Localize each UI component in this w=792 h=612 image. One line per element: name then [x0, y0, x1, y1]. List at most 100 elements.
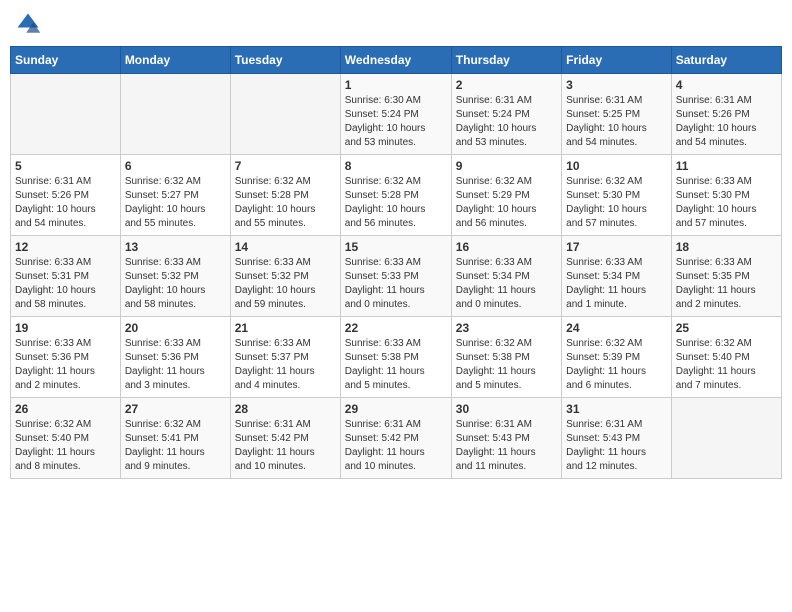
day-number: 14 — [235, 240, 336, 254]
day-info: Sunrise: 6:33 AM Sunset: 5:38 PM Dayligh… — [345, 337, 447, 393]
day-number: 18 — [676, 240, 777, 254]
day-number: 26 — [15, 402, 116, 416]
day-number: 3 — [566, 78, 667, 92]
day-number: 12 — [15, 240, 116, 254]
day-number: 17 — [566, 240, 667, 254]
page-header — [10, 10, 782, 38]
day-number: 16 — [456, 240, 557, 254]
calendar-cell — [230, 74, 340, 155]
calendar-cell: 2Sunrise: 6:31 AM Sunset: 5:24 PM Daylig… — [451, 74, 561, 155]
day-info: Sunrise: 6:33 AM Sunset: 5:36 PM Dayligh… — [15, 337, 116, 393]
calendar-header-wednesday: Wednesday — [340, 47, 451, 74]
day-number: 23 — [456, 321, 557, 335]
day-number: 30 — [456, 402, 557, 416]
calendar-cell: 28 Sunrise: 6:31 AM Sunset: 5:42 PM Dayli… — [230, 398, 340, 479]
day-number: 8 — [345, 159, 447, 173]
calendar-cell: 7 Sunrise: 6:32 AM Sunset: 5:28 PM Daylig… — [230, 155, 340, 236]
calendar-cell: 22 Sunrise: 6:33 AM Sunset: 5:38 PM Dayli… — [340, 317, 451, 398]
day-number: 28 — [235, 402, 336, 416]
day-info: Sunrise: 6:32 AM Sunset: 5:28 PM Dayligh… — [345, 175, 447, 231]
calendar-table: SundayMondayTuesdayWednesdayThursdayFrid… — [10, 46, 782, 479]
calendar-cell: 11 Sunrise: 6:33 AM Sunset: 5:30 PM Dayli… — [671, 155, 781, 236]
logo-icon — [14, 10, 42, 38]
day-info: Sunrise: 6:33 AM Sunset: 5:30 PM Dayligh… — [676, 175, 777, 231]
day-number: 15 — [345, 240, 447, 254]
day-number: 7 — [235, 159, 336, 173]
day-number: 6 — [125, 159, 226, 173]
day-info: Sunrise: 6:33 AM Sunset: 5:35 PM Dayligh… — [676, 256, 777, 312]
day-info: Sunrise: 6:31 AM Sunset: 5:42 PM Dayligh… — [235, 418, 336, 474]
calendar-cell: 20 Sunrise: 6:33 AM Sunset: 5:36 PM Dayli… — [120, 317, 230, 398]
calendar-cell: 19 Sunrise: 6:33 AM Sunset: 5:36 PM Dayli… — [11, 317, 121, 398]
day-info: Sunrise: 6:32 AM Sunset: 5:28 PM Dayligh… — [235, 175, 336, 231]
day-number: 19 — [15, 321, 116, 335]
calendar-cell: 18 Sunrise: 6:33 AM Sunset: 5:35 PM Dayli… — [671, 236, 781, 317]
day-info: Sunrise: 6:33 AM Sunset: 5:37 PM Dayligh… — [235, 337, 336, 393]
day-info: Sunrise: 6:32 AM Sunset: 5:38 PM Dayligh… — [456, 337, 557, 393]
calendar-week-row: 26 Sunrise: 6:32 AM Sunset: 5:40 PM Dayli… — [11, 398, 782, 479]
day-info: Sunrise: 6:33 AM Sunset: 5:32 PM Dayligh… — [125, 256, 226, 312]
calendar-cell — [11, 74, 121, 155]
calendar-header-thursday: Thursday — [451, 47, 561, 74]
calendar-cell: 10 Sunrise: 6:32 AM Sunset: 5:30 PM Dayli… — [562, 155, 672, 236]
day-number: 21 — [235, 321, 336, 335]
calendar-cell: 25 Sunrise: 6:32 AM Sunset: 5:40 PM Dayli… — [671, 317, 781, 398]
day-info: Sunrise: 6:33 AM Sunset: 5:32 PM Dayligh… — [235, 256, 336, 312]
day-info: Sunrise: 6:31 AM Sunset: 5:43 PM Dayligh… — [456, 418, 557, 474]
calendar-header-sunday: Sunday — [11, 47, 121, 74]
calendar-cell: 6 Sunrise: 6:32 AM Sunset: 5:27 PM Daylig… — [120, 155, 230, 236]
calendar-cell — [120, 74, 230, 155]
calendar-cell: 16 Sunrise: 6:33 AM Sunset: 5:34 PM Dayli… — [451, 236, 561, 317]
day-info: Sunrise: 6:31 AM Sunset: 5:24 PM Dayligh… — [456, 94, 557, 150]
day-number: 4 — [676, 78, 777, 92]
day-number: 22 — [345, 321, 447, 335]
day-info: Sunrise: 6:31 AM Sunset: 5:25 PM Dayligh… — [566, 94, 667, 150]
day-info: Sunrise: 6:32 AM Sunset: 5:30 PM Dayligh… — [566, 175, 667, 231]
day-number: 1 — [345, 78, 447, 92]
day-info: Sunrise: 6:32 AM Sunset: 5:27 PM Dayligh… — [125, 175, 226, 231]
calendar-cell: 12 Sunrise: 6:33 AM Sunset: 5:31 PM Dayli… — [11, 236, 121, 317]
calendar-week-row: 12 Sunrise: 6:33 AM Sunset: 5:31 PM Dayli… — [11, 236, 782, 317]
calendar-cell: 21 Sunrise: 6:33 AM Sunset: 5:37 PM Dayli… — [230, 317, 340, 398]
day-info: Sunrise: 6:32 AM Sunset: 5:40 PM Dayligh… — [15, 418, 116, 474]
day-info: Sunrise: 6:31 AM Sunset: 5:42 PM Dayligh… — [345, 418, 447, 474]
day-info: Sunrise: 6:32 AM Sunset: 5:41 PM Dayligh… — [125, 418, 226, 474]
day-number: 20 — [125, 321, 226, 335]
calendar-header-friday: Friday — [562, 47, 672, 74]
day-info: Sunrise: 6:33 AM Sunset: 5:31 PM Dayligh… — [15, 256, 116, 312]
calendar-cell: 1Sunrise: 6:30 AM Sunset: 5:24 PM Daylig… — [340, 74, 451, 155]
day-number: 10 — [566, 159, 667, 173]
day-number: 11 — [676, 159, 777, 173]
day-number: 25 — [676, 321, 777, 335]
calendar-header-monday: Monday — [120, 47, 230, 74]
day-number: 13 — [125, 240, 226, 254]
calendar-week-row: 5Sunrise: 6:31 AM Sunset: 5:26 PM Daylig… — [11, 155, 782, 236]
logo — [14, 10, 46, 38]
calendar-cell — [671, 398, 781, 479]
calendar-header-saturday: Saturday — [671, 47, 781, 74]
calendar-cell: 23 Sunrise: 6:32 AM Sunset: 5:38 PM Dayli… — [451, 317, 561, 398]
calendar-cell: 13 Sunrise: 6:33 AM Sunset: 5:32 PM Dayli… — [120, 236, 230, 317]
calendar-cell: 9Sunrise: 6:32 AM Sunset: 5:29 PM Daylig… — [451, 155, 561, 236]
calendar-cell: 4 Sunrise: 6:31 AM Sunset: 5:26 PM Daylig… — [671, 74, 781, 155]
day-info: Sunrise: 6:33 AM Sunset: 5:36 PM Dayligh… — [125, 337, 226, 393]
day-info: Sunrise: 6:33 AM Sunset: 5:33 PM Dayligh… — [345, 256, 447, 312]
day-info: Sunrise: 6:33 AM Sunset: 5:34 PM Dayligh… — [456, 256, 557, 312]
calendar-header-row: SundayMondayTuesdayWednesdayThursdayFrid… — [11, 47, 782, 74]
day-info: Sunrise: 6:31 AM Sunset: 5:26 PM Dayligh… — [676, 94, 777, 150]
calendar-week-row: 1Sunrise: 6:30 AM Sunset: 5:24 PM Daylig… — [11, 74, 782, 155]
calendar-cell: 8 Sunrise: 6:32 AM Sunset: 5:28 PM Daylig… — [340, 155, 451, 236]
calendar-cell: 15 Sunrise: 6:33 AM Sunset: 5:33 PM Dayli… — [340, 236, 451, 317]
calendar-cell: 30 Sunrise: 6:31 AM Sunset: 5:43 PM Dayli… — [451, 398, 561, 479]
day-number: 5 — [15, 159, 116, 173]
day-number: 24 — [566, 321, 667, 335]
calendar-header-tuesday: Tuesday — [230, 47, 340, 74]
day-info: Sunrise: 6:32 AM Sunset: 5:40 PM Dayligh… — [676, 337, 777, 393]
day-number: 9 — [456, 159, 557, 173]
day-number: 31 — [566, 402, 667, 416]
day-number: 29 — [345, 402, 447, 416]
calendar-cell: 24Sunrise: 6:32 AM Sunset: 5:39 PM Dayli… — [562, 317, 672, 398]
calendar-cell: 3 Sunrise: 6:31 AM Sunset: 5:25 PM Daylig… — [562, 74, 672, 155]
calendar-cell: 17Sunrise: 6:33 AM Sunset: 5:34 PM Dayli… — [562, 236, 672, 317]
calendar-cell: 31Sunrise: 6:31 AM Sunset: 5:43 PM Dayli… — [562, 398, 672, 479]
